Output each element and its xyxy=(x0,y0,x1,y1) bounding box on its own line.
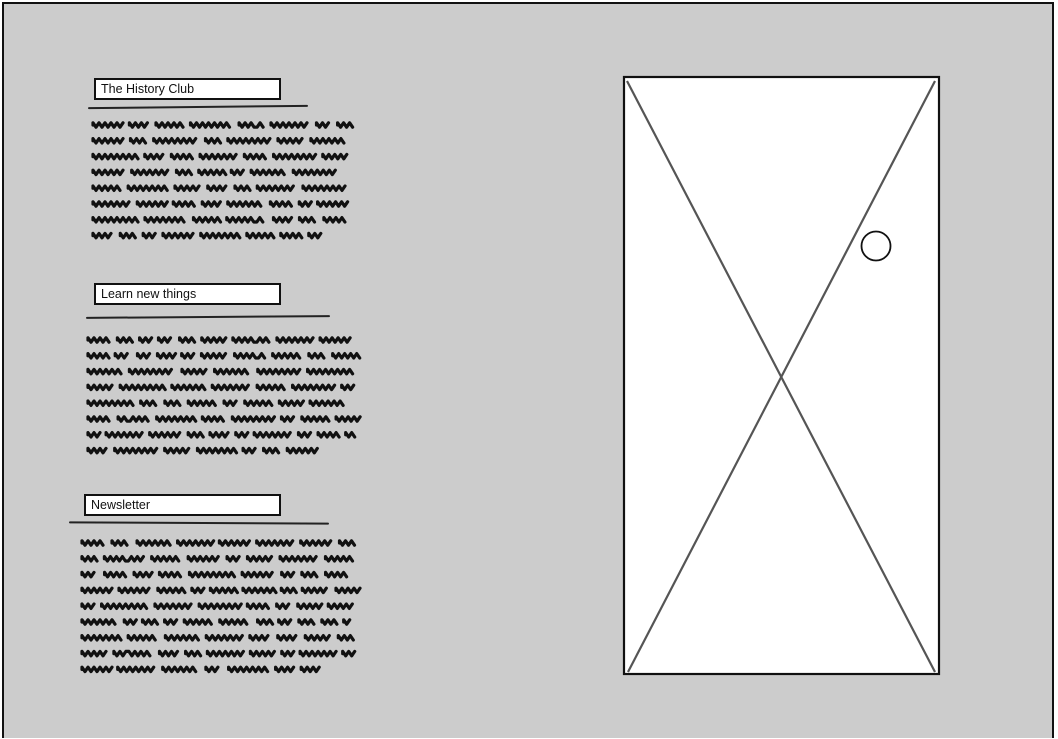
scribble-word xyxy=(274,665,296,674)
scribble-word xyxy=(80,586,114,595)
scribble-word xyxy=(80,555,99,563)
scribble-word xyxy=(256,618,275,626)
image-placeholder-icon xyxy=(622,75,941,676)
scribble-word xyxy=(190,586,206,595)
scribble-word xyxy=(117,586,151,595)
scribble-word xyxy=(103,570,128,579)
scribble-word xyxy=(156,586,187,595)
scribble-word xyxy=(187,570,237,579)
scribble-word xyxy=(80,539,105,547)
scribble-word xyxy=(279,586,298,595)
scribble-word xyxy=(324,570,349,579)
scribble-word xyxy=(205,649,245,658)
scribble-word xyxy=(245,555,274,563)
scribble-word xyxy=(116,665,156,674)
scribble-word xyxy=(248,634,270,642)
scribble-word xyxy=(240,570,274,579)
scribble-word xyxy=(204,634,244,642)
scribble-word xyxy=(135,539,172,547)
scribble-word xyxy=(182,618,213,626)
scribble-word xyxy=(208,586,239,595)
scribble-word xyxy=(300,570,319,579)
scribble-word xyxy=(204,665,220,674)
scribble-word xyxy=(80,665,114,674)
scribble-word xyxy=(150,555,181,563)
scribble-word xyxy=(80,634,123,642)
scribble-word xyxy=(100,602,149,610)
scribble-word xyxy=(241,586,278,595)
scribble-word xyxy=(217,539,251,547)
scribble-word xyxy=(300,586,328,595)
scribble-word xyxy=(112,649,152,658)
scribble-word xyxy=(157,649,180,658)
scribble-word xyxy=(320,618,339,626)
scribble-word xyxy=(227,665,270,674)
scribble-word xyxy=(157,570,183,579)
scribble-word xyxy=(297,618,316,626)
scribble-word xyxy=(153,602,193,610)
scribble-word xyxy=(303,634,331,642)
scribble-word xyxy=(278,555,318,563)
scribble-word xyxy=(218,618,249,626)
scribble-word xyxy=(323,555,355,563)
scribble-word xyxy=(337,539,357,547)
scribble-word xyxy=(255,539,295,547)
scribble-word xyxy=(326,602,354,610)
scribble-word xyxy=(299,539,333,547)
scribble-word xyxy=(80,649,108,658)
scribble-word xyxy=(132,570,154,579)
scribble-word xyxy=(277,618,293,626)
scribble-word xyxy=(280,649,296,658)
scribble-word xyxy=(341,649,357,658)
scribble-word xyxy=(110,539,129,547)
scribble-word xyxy=(299,665,321,674)
scribble-word xyxy=(298,649,338,658)
scribble-word xyxy=(248,649,276,658)
scribble-word xyxy=(280,570,296,579)
scribble-word xyxy=(275,602,291,610)
scribble-word xyxy=(334,586,362,595)
scribble-word xyxy=(245,602,270,610)
scribble-word xyxy=(225,555,241,563)
scribble-word xyxy=(197,602,243,610)
scribble-word xyxy=(140,618,160,626)
scribble-word xyxy=(184,649,203,658)
scribble-word xyxy=(80,602,96,610)
scribble-word xyxy=(80,618,117,626)
scribble-word xyxy=(163,634,200,642)
scribble-word xyxy=(163,618,179,626)
scribble-word xyxy=(161,665,198,674)
scribble-word xyxy=(186,555,220,563)
scribble-word xyxy=(336,634,355,642)
scribble-word xyxy=(342,618,352,626)
scribble-word xyxy=(176,539,216,547)
scribble-word xyxy=(296,602,324,610)
scribble-word xyxy=(126,634,157,642)
scribble-word xyxy=(80,570,96,579)
scribble-word xyxy=(102,555,145,563)
scribble-word xyxy=(122,618,138,626)
scribble-word xyxy=(276,634,298,642)
